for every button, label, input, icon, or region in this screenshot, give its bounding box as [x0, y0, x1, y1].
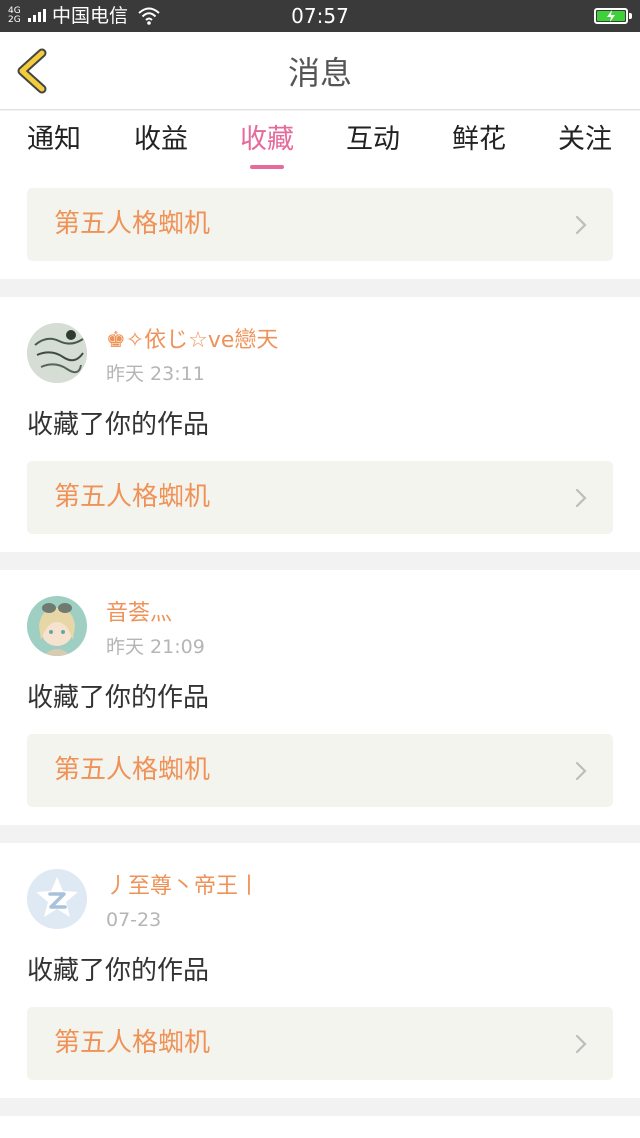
active-tab-indicator — [250, 165, 284, 169]
work-title: 第五人格蜘机 — [54, 1028, 211, 1058]
chevron-right-icon — [575, 215, 587, 235]
message-card: ♚✧依じ☆ve戀天 昨天 23:11 收藏了你的作品 第五人格蜘机 — [0, 297, 640, 552]
avatar[interactable] — [27, 596, 87, 656]
page-title: 消息 — [287, 54, 352, 92]
header: 消息 — [0, 32, 640, 110]
status-bar: 4G 2G 中国电信 07:57 — [0, 0, 640, 32]
tab-interactions[interactable]: 互动 — [328, 123, 418, 157]
timestamp: 昨天 21:09 — [106, 636, 205, 658]
chevron-right-icon — [575, 761, 587, 781]
work-link[interactable]: 第五人格蜘机 — [27, 734, 613, 807]
tab-earnings[interactable]: 收益 — [116, 123, 206, 157]
message-card: 丿至尊丶帝王丨 07-23 收藏了你的作品 第五人格蜘机 — [0, 843, 640, 1098]
work-link[interactable]: 第五人格蜘机 — [27, 188, 613, 261]
work-link[interactable]: 第五人格蜘机 — [27, 461, 613, 534]
tab-favorites[interactable]: 收藏 — [222, 123, 312, 157]
user-avatar-image — [27, 596, 87, 656]
avatar[interactable] — [27, 323, 87, 383]
avatar[interactable] — [27, 869, 87, 929]
timestamp: 昨天 23:11 — [106, 363, 205, 385]
username[interactable]: 音荟灬 — [106, 600, 172, 628]
chevron-right-icon — [575, 1034, 587, 1054]
username[interactable]: ♚✧依じ☆ve戀天 — [106, 327, 278, 355]
work-link[interactable]: 第五人格蜘机 — [27, 1007, 613, 1080]
battery-icon — [594, 8, 628, 24]
message-card — [0, 1116, 640, 1138]
action-text: 收藏了你的作品 — [27, 410, 210, 440]
work-title: 第五人格蜘机 — [54, 209, 211, 239]
tab-notice[interactable]: 通知 — [9, 123, 99, 157]
tab-flowers[interactable]: 鲜花 — [434, 123, 524, 157]
chevron-right-icon — [575, 488, 587, 508]
default-avatar-icon — [27, 869, 87, 929]
user-avatar-image — [27, 323, 87, 383]
action-text: 收藏了你的作品 — [27, 683, 210, 713]
message-card: 音荟灬 昨天 21:09 收藏了你的作品 第五人格蜘机 — [0, 570, 640, 825]
message-card: 第五人格蜘机 — [0, 181, 640, 279]
timestamp: 07-23 — [106, 909, 162, 931]
tab-following[interactable]: 关注 — [540, 123, 630, 157]
battery-tip — [629, 13, 632, 19]
tab-bar: 通知 收益 收藏 互动 鲜花 关注 — [0, 111, 640, 181]
work-title: 第五人格蜘机 — [54, 755, 211, 785]
action-text: 收藏了你的作品 — [27, 956, 210, 986]
username[interactable]: 丿至尊丶帝王丨 — [106, 873, 260, 901]
work-title: 第五人格蜘机 — [54, 482, 211, 512]
clock: 07:57 — [291, 4, 349, 28]
